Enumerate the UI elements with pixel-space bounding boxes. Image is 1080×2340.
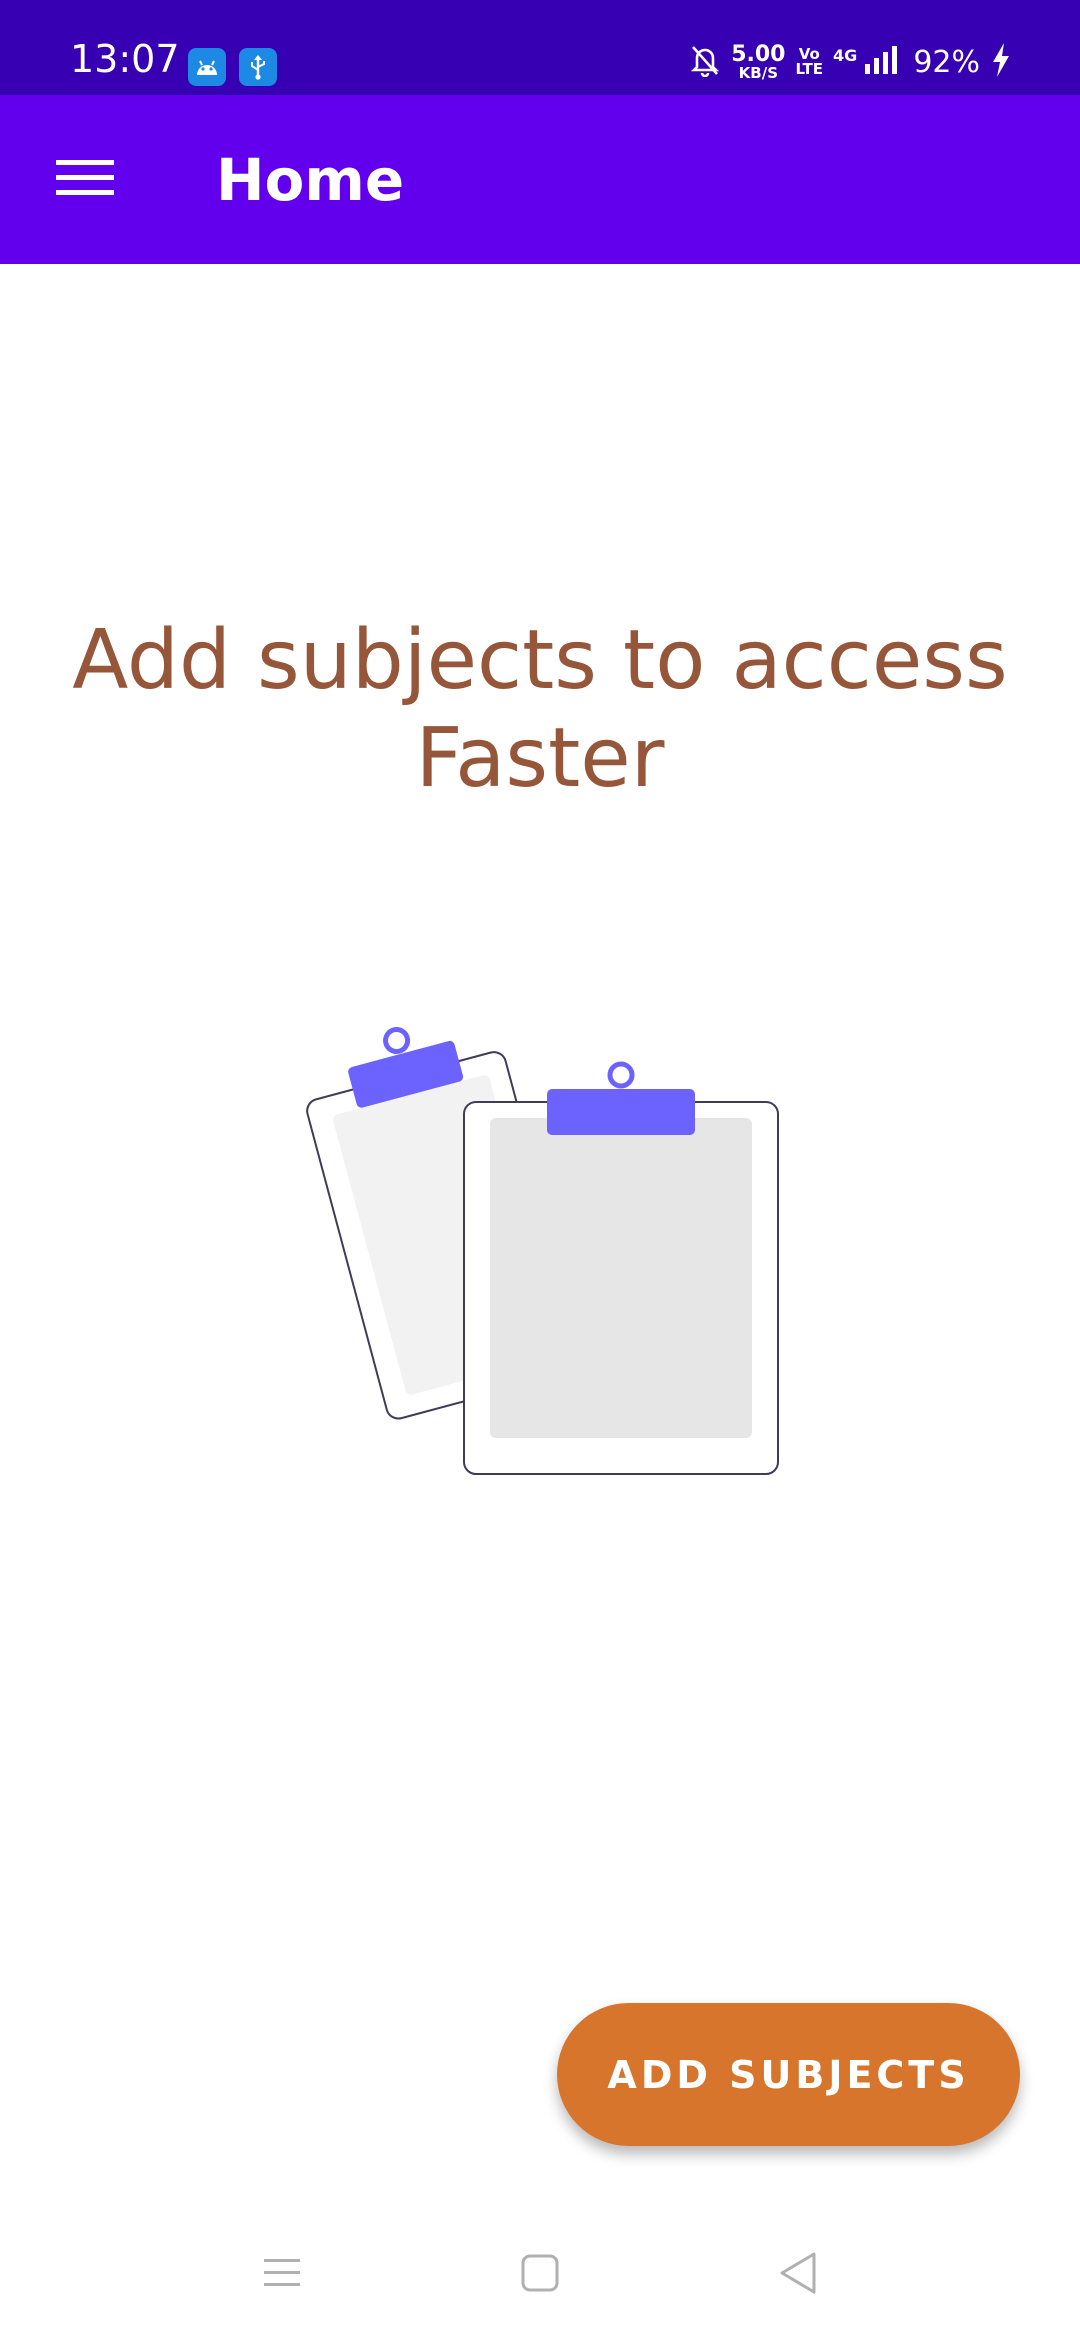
back-icon bbox=[778, 2251, 818, 2300]
android-debug-icon bbox=[188, 48, 226, 86]
app-bar: Home bbox=[0, 95, 1080, 264]
status-time: 13:07 bbox=[70, 37, 180, 81]
usb-icon bbox=[239, 48, 277, 86]
back-button[interactable] bbox=[768, 2250, 828, 2300]
status-bar: 13:07 5.00 KB/S Vo LTE 4G 92% bbox=[0, 0, 1080, 95]
signal-icon bbox=[863, 44, 903, 81]
menu-button[interactable] bbox=[40, 135, 130, 225]
speed-unit: KB/S bbox=[738, 63, 779, 82]
status-indicators: 5.00 KB/S Vo LTE 4G 92% bbox=[689, 42, 1012, 82]
recent-apps-button[interactable] bbox=[252, 2250, 312, 2300]
battery-level: 92% bbox=[913, 44, 980, 80]
volte-bottom: LTE bbox=[795, 60, 824, 78]
add-subjects-button[interactable]: ADD SUBJECTS bbox=[557, 2003, 1020, 2146]
recent-apps-icon bbox=[262, 2255, 302, 2296]
home-button[interactable] bbox=[510, 2250, 570, 2300]
volte-indicator: Vo LTE bbox=[795, 47, 823, 77]
speed-value: 5.00 bbox=[731, 41, 786, 67]
network-speed: 5.00 KB/S bbox=[731, 41, 786, 82]
page-title: Home bbox=[216, 146, 405, 214]
hamburger-menu-icon bbox=[56, 158, 114, 203]
network-type: 4G bbox=[833, 45, 858, 65]
system-nav-bar bbox=[0, 2200, 1080, 2340]
home-icon bbox=[520, 2253, 560, 2298]
empty-state-message: Add subjects to access Faster bbox=[72, 613, 1008, 806]
bell-off-icon bbox=[689, 43, 721, 82]
clipboards-illustration bbox=[296, 990, 786, 1480]
charging-icon bbox=[990, 42, 1012, 83]
